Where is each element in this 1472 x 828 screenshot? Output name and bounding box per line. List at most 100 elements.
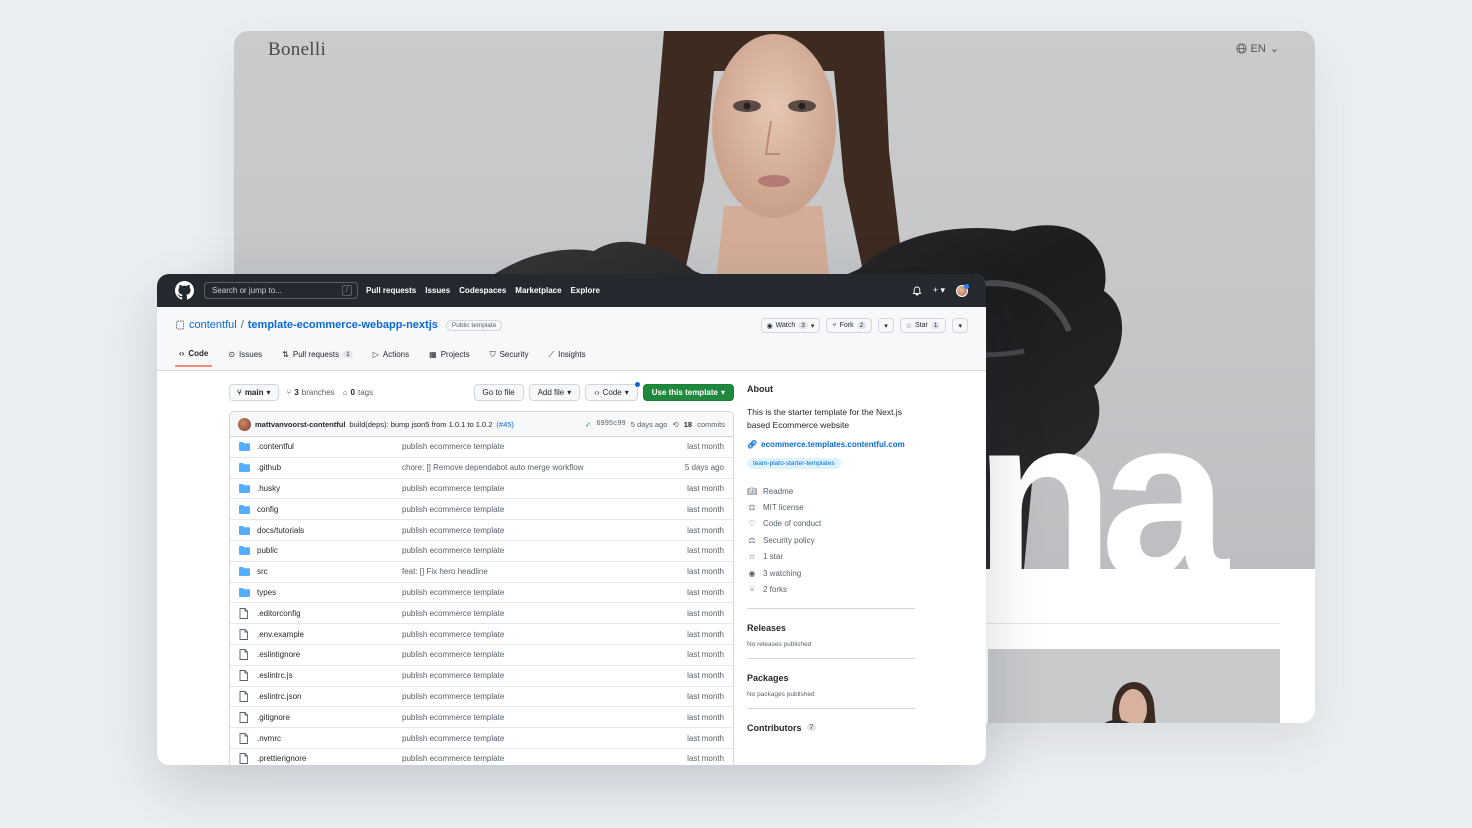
file-commit-message[interactable]: publish ecommerce template (402, 754, 687, 763)
about-item[interactable]: ☆ 1 star (747, 549, 915, 565)
go-to-file-button[interactable]: Go to file (473, 384, 524, 401)
create-new-icon[interactable]: + ▾ (933, 285, 945, 296)
repo-name-link[interactable]: template-ecommerce-webapp-nextjs (248, 319, 438, 331)
commit-message[interactable]: build(deps): bump json5 from 1.0.1 to 1.… (349, 420, 492, 429)
file-row[interactable]: .env.example publish ecommerce template la… (230, 624, 733, 645)
contributors-header[interactable]: Contributors 7 (747, 723, 915, 733)
file-commit-message[interactable]: publish ecommerce template (402, 526, 687, 535)
about-item[interactable]: ♡ Code of conduct (747, 516, 915, 532)
product-card-image[interactable] (988, 649, 1280, 723)
file-row[interactable]: docs/tutorials publish ecommerce template… (230, 520, 733, 541)
topic-tag[interactable]: team-plato-starter-templates (747, 458, 841, 469)
file-row[interactable]: .github chore: [] Remove dependabot auto … (230, 458, 733, 479)
packages-heading[interactable]: Packages (747, 673, 915, 683)
releases-heading[interactable]: Releases (747, 623, 915, 633)
bell-icon[interactable] (912, 286, 922, 296)
tab-code[interactable]: ‹› Code (175, 345, 213, 367)
branches-link[interactable]: ⑂ 3 branches (287, 388, 335, 397)
nav-explore[interactable]: Explore (571, 286, 600, 295)
branch-selector[interactable]: ⑂ main ▾ (229, 384, 279, 401)
tab-insights[interactable]: ⟋ Insights (545, 345, 590, 367)
file-commit-message[interactable]: publish ecommerce template (402, 630, 687, 639)
file-row[interactable]: .eslintrc.json publish ecommerce template… (230, 686, 733, 708)
about-item[interactable]: 📖︎ Readme (747, 483, 915, 499)
file-name[interactable]: public (257, 546, 402, 555)
file-name[interactable]: .eslintrc.js (257, 671, 402, 680)
file-commit-message[interactable]: publish ecommerce template (402, 609, 687, 618)
brand-logo[interactable]: Bonelli (268, 39, 326, 61)
file-name[interactable]: config (257, 505, 402, 514)
tab-pull-requests[interactable]: ⇅ Pull requests 1 (278, 345, 357, 367)
file-name[interactable]: src (257, 567, 402, 576)
file-commit-message[interactable]: publish ecommerce template (402, 734, 687, 743)
file-name[interactable]: .gitignore (257, 713, 402, 722)
commit-hash[interactable]: 6995c99 (596, 420, 625, 428)
about-item[interactable]: ⚖︎ Security policy (747, 532, 915, 548)
file-row[interactable]: .nvmrc publish ecommerce template last mon… (230, 728, 733, 749)
nav-pull-requests[interactable]: Pull requests (366, 286, 416, 295)
file-commit-message[interactable]: publish ecommerce template (402, 671, 687, 680)
file-row[interactable]: .eslintignore publish ecommerce template l… (230, 644, 733, 666)
repo-owner-link[interactable]: contentful (189, 319, 237, 331)
commit-author-avatar[interactable] (238, 417, 251, 431)
file-row[interactable]: config publish ecommerce template last mon… (230, 499, 733, 521)
commits-count[interactable]: 18 (684, 420, 692, 429)
nav-marketplace[interactable]: Marketplace (515, 286, 561, 295)
file-commit-message[interactable]: publish ecommerce template (402, 650, 687, 659)
file-row[interactable]: .editorconfig publish ecommerce template l… (230, 603, 733, 625)
use-template-button[interactable]: Use this template ▾ (642, 384, 734, 401)
fork-dropdown-button[interactable]: ▾ (878, 318, 894, 333)
file-row[interactable]: types publish ecommerce template last mont… (230, 583, 733, 604)
file-commit-message[interactable]: publish ecommerce template (402, 442, 687, 451)
file-row[interactable]: .eslintrc.js publish ecommerce template la… (230, 666, 733, 687)
file-commit-message[interactable]: publish ecommerce template (402, 484, 687, 493)
file-name[interactable]: .env.example (257, 630, 402, 639)
commits-label[interactable]: commits (697, 420, 725, 429)
nav-codespaces[interactable]: Codespaces (459, 286, 506, 295)
file-commit-message[interactable]: publish ecommerce template (402, 588, 687, 597)
nav-issues[interactable]: Issues (425, 286, 450, 295)
file-name[interactable]: docs/tutorials (257, 526, 402, 535)
file-name[interactable]: .eslintrc.json (257, 692, 402, 701)
file-commit-message[interactable]: publish ecommerce template (402, 505, 687, 514)
file-commit-message[interactable]: chore: [] Remove dependabot auto merge w… (402, 463, 685, 472)
code-button[interactable]: ‹› Code ▾ (585, 382, 640, 401)
file-commit-message[interactable]: publish ecommerce template (402, 713, 687, 722)
search-input[interactable]: Search or jump to... / (204, 282, 358, 299)
add-file-button[interactable]: Add file ▾ (528, 384, 581, 401)
tab-projects[interactable]: ▦ Projects (425, 345, 473, 367)
star-dropdown-button[interactable]: ▾ (952, 318, 968, 333)
avatar[interactable] (956, 283, 969, 297)
file-commit-message[interactable]: feat: [] Fix hero headline (402, 567, 687, 576)
about-item[interactable]: ⑂ 2 forks (747, 581, 915, 597)
file-name[interactable]: .contentful (257, 442, 402, 451)
commit-pr-link[interactable]: (#45) (496, 420, 514, 429)
file-row[interactable]: public publish ecommerce template last mon… (230, 541, 733, 562)
file-name[interactable]: .prettierignore (257, 754, 402, 763)
file-name[interactable]: .github (257, 463, 402, 472)
file-name[interactable]: .eslintignore (257, 650, 402, 659)
file-name[interactable]: .husky (257, 484, 402, 493)
file-row[interactable]: .prettierignore publish ecommerce templat… (230, 749, 733, 765)
file-name[interactable]: .editorconfig (257, 609, 402, 618)
fork-button[interactable]: ⑂ Fork 2 (826, 318, 873, 333)
tab-issues[interactable]: ⊙ Issues (224, 345, 266, 367)
tab-security[interactable]: ⛉ Security (486, 345, 533, 367)
file-row[interactable]: .contentful publish ecommerce template las… (230, 437, 733, 458)
file-commit-message[interactable]: publish ecommerce template (402, 546, 687, 555)
file-name[interactable]: types (257, 588, 402, 597)
star-button[interactable]: ☆ Star 1 (899, 318, 947, 333)
website-link[interactable]: 🔗︎ ecommerce.templates.contentful.com (747, 440, 915, 449)
commit-author[interactable]: mattvanvoorst-contentful (255, 420, 345, 429)
file-row[interactable]: .husky publish ecommerce template last mon… (230, 478, 733, 500)
file-row[interactable]: .gitignore publish ecommerce template last… (230, 707, 733, 729)
tags-link[interactable]: ⌂ 0 tags (343, 388, 373, 397)
about-item[interactable]: ⚖︎ MIT license (747, 499, 915, 515)
file-commit-message[interactable]: publish ecommerce template (402, 692, 687, 701)
tab-actions[interactable]: ▷ Actions (369, 345, 413, 367)
file-name[interactable]: .nvmrc (257, 734, 402, 743)
github-logo-icon[interactable] (175, 281, 194, 300)
watch-button[interactable]: ◉ Watch 3 ▾ (760, 318, 821, 333)
language-switcher[interactable]: EN ⌄ (1235, 42, 1279, 55)
file-row[interactable]: src feat: [] Fix hero headline last month (230, 561, 733, 583)
